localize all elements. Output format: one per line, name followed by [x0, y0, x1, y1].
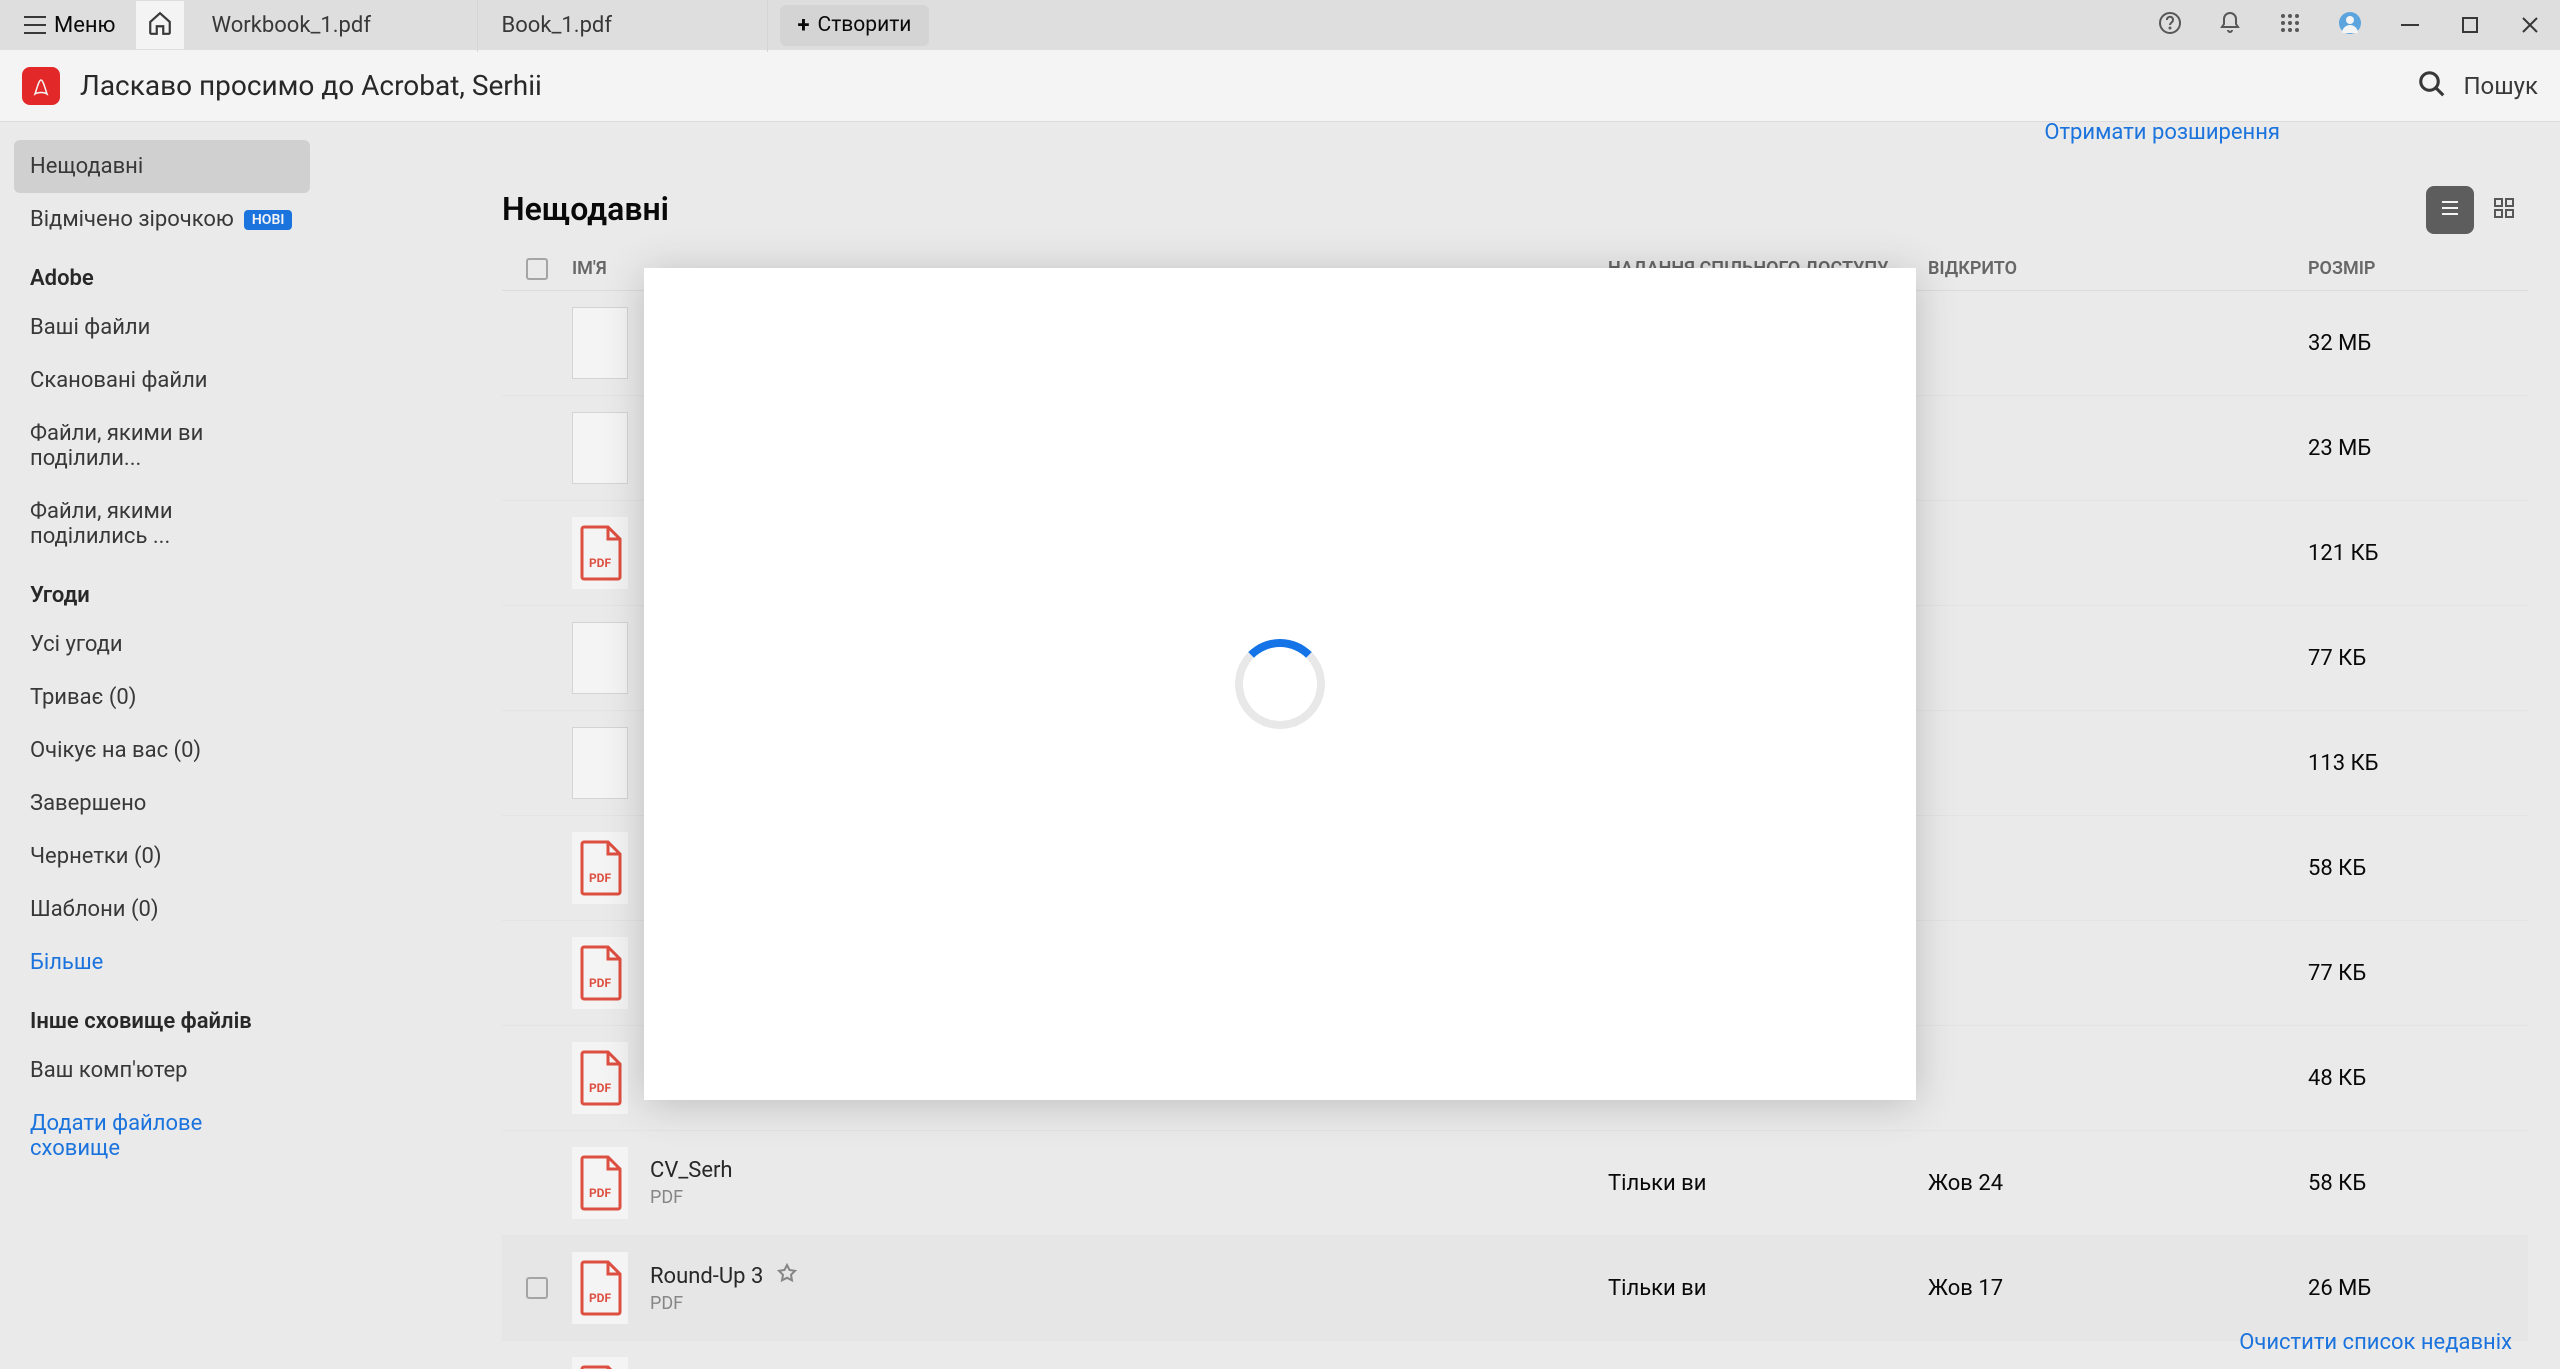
modal-overlay: [0, 0, 2560, 1369]
loading-modal: [644, 268, 1916, 1100]
spinner-icon: [1235, 639, 1325, 729]
